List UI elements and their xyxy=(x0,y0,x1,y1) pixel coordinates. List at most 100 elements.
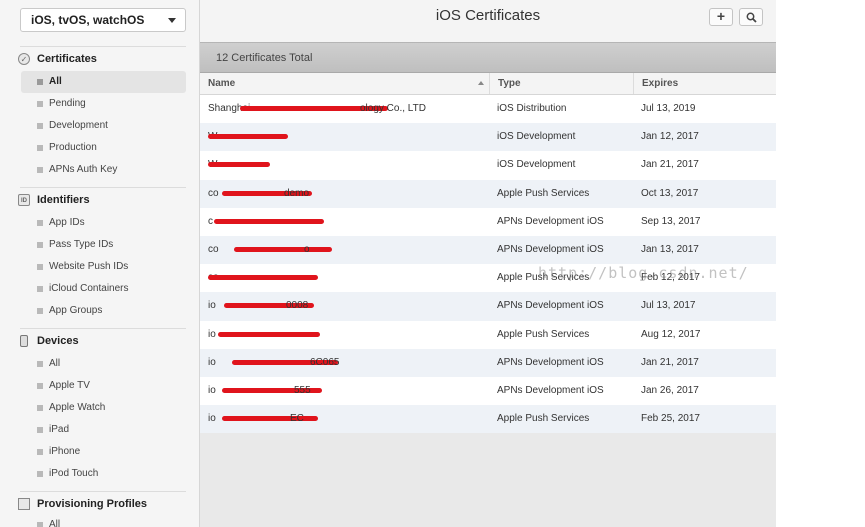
bullet xyxy=(37,522,43,527)
id-icon: ID xyxy=(18,194,30,206)
name-visible-part: io xyxy=(208,413,216,425)
certificate-expires: Jan 12, 2017 xyxy=(641,131,699,143)
add-button[interactable]: + xyxy=(709,8,733,26)
sidebar-item-all-profiles[interactable]: All xyxy=(21,514,186,527)
bullet xyxy=(37,383,43,389)
search-icon xyxy=(746,12,757,23)
certificate-type: APNs Development iOS xyxy=(497,215,604,227)
sidebar-item-label: APNs Auth Key xyxy=(49,164,118,175)
certificate-type: Apple Push Services xyxy=(497,413,590,425)
name-visible-tail: 6C065 xyxy=(310,356,340,368)
name-visible-tail: EC xyxy=(290,413,304,425)
bullet xyxy=(37,308,43,314)
sidebar-item-label: Apple Watch xyxy=(49,402,106,413)
plus-icon: + xyxy=(716,8,726,24)
sidebar-item-icloud-containers[interactable]: iCloud Containers xyxy=(21,278,186,300)
bullet xyxy=(37,361,43,367)
name-visible-part: c xyxy=(208,215,213,227)
sidebar: iOS, tvOS, watchOS ✓ Certificates All Pe… xyxy=(0,0,200,527)
table-row[interactable]: Shanghai ology Co., LTD iOS Distribution Ju… xyxy=(200,95,776,124)
table-row[interactable]: WiOS Development Jan 21, 2017 xyxy=(200,151,776,180)
certificate-name: Shanghai ology Co., LTD xyxy=(208,95,488,123)
sidebar-item-apple-tv[interactable]: Apple TV xyxy=(21,375,186,397)
table-row[interactable]: io 555 APNs Development iOS Jan 26, 2017 xyxy=(200,376,776,406)
sidebar-item-development[interactable]: Development xyxy=(21,115,186,137)
sidebar-item-label: All xyxy=(49,519,61,527)
section-devices[interactable]: Devices xyxy=(18,331,188,351)
table-row[interactable]: io EC Apple Push Services Feb 25, 2017 xyxy=(200,405,776,434)
certificate-name: io 6C065 xyxy=(208,349,488,377)
sidebar-item-apns-auth-key[interactable]: APNs Auth Key xyxy=(21,159,186,181)
section-label: Devices xyxy=(37,335,79,347)
certificate-type: APNs Development iOS xyxy=(497,384,604,396)
name-visible-tail: ology Co., LTD xyxy=(360,103,426,114)
column-label: Expires xyxy=(642,78,679,89)
table-row[interactable]: io Apple Push Services Aug 12, 2017 xyxy=(200,320,776,349)
sidebar-item-app-groups[interactable]: App Groups xyxy=(21,300,186,322)
certificate-name: co demo xyxy=(208,180,488,208)
certificate-name: W xyxy=(208,123,488,151)
divider xyxy=(20,328,186,329)
sidebar-item-ipod-touch[interactable]: iPod Touch xyxy=(21,463,186,485)
certificates-table: Name Type Expires Shanghai ology Co., LTD… xyxy=(200,73,776,434)
sidebar-item-label: All xyxy=(49,76,62,87)
table-row[interactable]: io 6C065 APNs Development iOS Jan 21, 2017 xyxy=(200,348,776,377)
redaction-mark xyxy=(208,134,288,140)
table-row[interactable]: io 0008 APNs Development iOS Jul 13, 2017 xyxy=(200,292,776,321)
divider xyxy=(20,187,186,188)
table-row[interactable]: co Apple Push Services Feb 12, 2017 xyxy=(200,264,776,293)
section-identifiers[interactable]: ID Identifiers xyxy=(18,190,188,210)
sidebar-item-app-ids[interactable]: App IDs xyxy=(21,212,186,234)
name-visible-part: io xyxy=(208,328,216,340)
certificate-type: iOS Development xyxy=(497,159,576,171)
bullet xyxy=(37,286,43,292)
platform-select[interactable]: iOS, tvOS, watchOS xyxy=(20,8,186,32)
certificate-name: io 555 xyxy=(208,377,488,405)
table-row[interactable]: co o APNs Development iOS Jan 13, 2017 xyxy=(200,235,776,265)
redaction-mark xyxy=(214,218,324,224)
section-provisioning-profiles[interactable]: Provisioning Profiles xyxy=(18,494,188,514)
sidebar-item-label: App Groups xyxy=(49,305,103,316)
table-row[interactable]: WiOS Development Jan 12, 2017 xyxy=(200,123,776,152)
column-header-name[interactable]: Name xyxy=(200,73,490,94)
sidebar-item-all-devices[interactable]: All xyxy=(21,353,186,375)
certificate-type: APNs Development iOS xyxy=(497,356,604,368)
column-header-expires[interactable]: Expires xyxy=(634,73,776,94)
sidebar-item-apple-watch[interactable]: Apple Watch xyxy=(21,397,186,419)
name-visible-tail: 555 xyxy=(294,384,311,396)
sidebar-item-website-push-ids[interactable]: Website Push IDs xyxy=(21,256,186,278)
name-visible-tail: 0008 xyxy=(286,300,309,312)
table-row[interactable]: c APNs Development iOS Sep 13, 2017 xyxy=(200,207,776,236)
certificate-expires: Feb 12, 2017 xyxy=(641,272,700,284)
sidebar-item-all-certificates[interactable]: All xyxy=(21,71,186,93)
name-visible-tail: o xyxy=(304,243,310,255)
name-visible-part: co xyxy=(208,187,219,199)
sidebar-item-production[interactable]: Production xyxy=(21,137,186,159)
bullet xyxy=(37,123,43,129)
sidebar-item-label: Pending xyxy=(49,98,86,109)
device-icon xyxy=(20,335,28,347)
certificate-name: io xyxy=(208,321,488,349)
certificate-type: iOS Development xyxy=(497,131,576,143)
certificate-type: iOS Distribution xyxy=(497,103,567,114)
certificate-expires: Jul 13, 2017 xyxy=(641,300,696,312)
name-visible-part: io xyxy=(208,384,216,396)
sidebar-item-label: Pass Type IDs xyxy=(49,239,114,250)
table-row[interactable]: co demo Apple Push Services Oct 13, 2017 xyxy=(200,179,776,208)
column-header-type[interactable]: Type xyxy=(490,73,634,94)
bullet xyxy=(37,167,43,173)
name-visible-part: io xyxy=(208,356,216,368)
page-title: iOS Certificates xyxy=(435,7,541,24)
table-header: Name Type Expires xyxy=(200,73,776,95)
sidebar-item-pass-type-ids[interactable]: Pass Type IDs xyxy=(21,234,186,256)
sidebar-item-pending[interactable]: Pending xyxy=(21,93,186,115)
certificate-type: Apple Push Services xyxy=(497,328,590,340)
certificate-name: io 0008 xyxy=(208,292,488,320)
certificate-name: io EC xyxy=(208,405,488,433)
sidebar-item-ipad[interactable]: iPad xyxy=(21,419,186,441)
document-icon xyxy=(18,498,30,510)
sidebar-item-label: All xyxy=(49,358,61,369)
search-button[interactable] xyxy=(739,8,763,26)
sidebar-item-iphone[interactable]: iPhone xyxy=(21,441,186,463)
section-certificates[interactable]: ✓ Certificates xyxy=(18,49,188,69)
